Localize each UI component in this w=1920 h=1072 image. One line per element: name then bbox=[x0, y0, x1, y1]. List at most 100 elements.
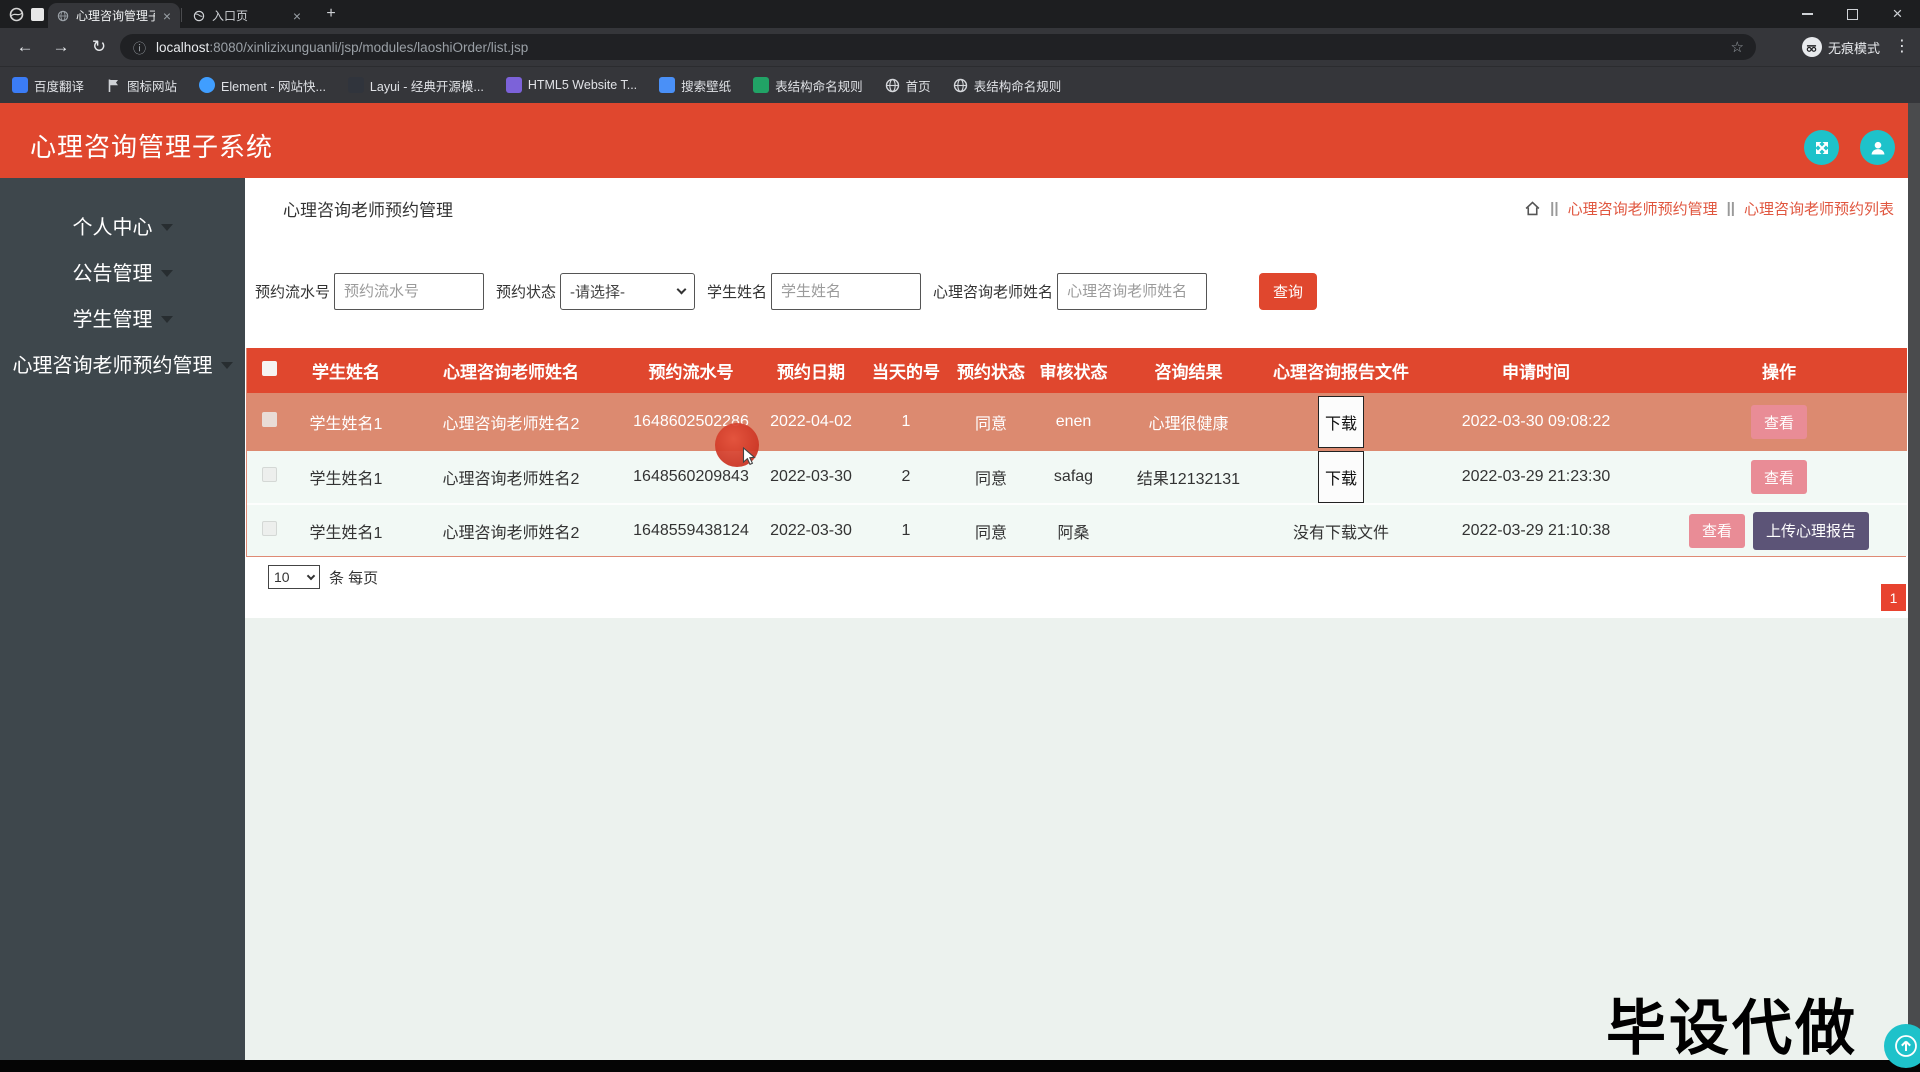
bookmark-item[interactable]: 表结构命名规则 bbox=[753, 76, 863, 95]
cell-teacher: 心理咨询老师姓名2 bbox=[442, 416, 580, 433]
browser-logo-icon bbox=[9, 7, 24, 27]
page-scrollbar[interactable] bbox=[1908, 103, 1920, 1060]
screen: 心理咨询管理子系统 入口页 localhost :8080/xinlizixun… bbox=[0, 0, 1920, 1072]
cell-date: 2022-03-30 bbox=[770, 468, 852, 485]
status-select-value: -请选择- bbox=[570, 283, 626, 301]
site-info-icon[interactable] bbox=[133, 38, 146, 57]
reload-icon[interactable] bbox=[88, 36, 110, 58]
bookmark-item[interactable]: Layui - 经典开源模... bbox=[347, 76, 484, 95]
table-row[interactable]: 学生姓名1 心理咨询老师姓名2 1648602502286 2022-04-02… bbox=[247, 393, 1907, 451]
table-rules-icon bbox=[753, 77, 770, 93]
tab-close-icon[interactable] bbox=[293, 9, 301, 23]
mouse-cursor-icon bbox=[742, 447, 756, 466]
fullscreen-button[interactable] bbox=[1804, 130, 1839, 165]
cell-file-status: 没有下载文件 bbox=[1292, 524, 1389, 542]
back-to-top-button[interactable] bbox=[1884, 1024, 1920, 1068]
cell-audit: enen bbox=[1055, 413, 1092, 430]
sidebar-item-announcements[interactable]: 公告管理 bbox=[0, 248, 245, 294]
student-name-input[interactable] bbox=[771, 272, 922, 310]
page-size-value: 10 bbox=[274, 569, 290, 585]
row-checkbox[interactable] bbox=[261, 520, 277, 536]
incognito-icon bbox=[1801, 37, 1822, 57]
new-tab-button[interactable] bbox=[322, 5, 340, 23]
back-icon[interactable] bbox=[14, 36, 36, 58]
row-checkbox[interactable] bbox=[261, 467, 277, 482]
bookmark-item[interactable]: 首页 bbox=[885, 76, 931, 95]
col-header-audit: 审核状态 bbox=[1031, 348, 1116, 393]
element-icon bbox=[199, 77, 216, 93]
bookmark-item[interactable]: 搜索壁纸 bbox=[659, 76, 731, 95]
bookmark-item[interactable]: 百度翻译 bbox=[12, 76, 84, 95]
bookmark-star-icon[interactable] bbox=[1731, 38, 1744, 56]
tab-title: 心理咨询管理子系统 bbox=[76, 9, 155, 23]
bookmark-item[interactable]: Element - 网站快... bbox=[199, 76, 326, 95]
view-button[interactable]: 查看 bbox=[1751, 460, 1807, 494]
search-button[interactable]: 查询 bbox=[1259, 272, 1318, 310]
user-button[interactable] bbox=[1860, 130, 1895, 165]
window-minimize-button[interactable] bbox=[1785, 0, 1830, 28]
teacher-name-input[interactable] bbox=[1057, 272, 1208, 310]
page-size-select[interactable]: 10 bbox=[268, 565, 320, 589]
bookmark-item[interactable]: 表结构命名规则 bbox=[953, 76, 1061, 95]
breadcrumb-link[interactable]: 心理咨询老师预约管理 bbox=[1568, 198, 1718, 219]
sidebar-item-label: 个人中心 bbox=[72, 216, 153, 239]
cell-result: 结果12132131 bbox=[1136, 471, 1241, 488]
teacher-filter-label: 心理咨询老师姓名 bbox=[933, 283, 1054, 301]
incognito-badge: 无痕模式 bbox=[1801, 33, 1880, 61]
address-bar[interactable]: localhost :8080/xinlizixunguanli/jsp/mod… bbox=[120, 34, 1756, 60]
browser-tab[interactable]: 入口页 bbox=[184, 3, 310, 28]
sidebar-item-students[interactable]: 学生管理 bbox=[0, 294, 245, 340]
chevron-down-icon bbox=[220, 361, 233, 369]
forward-icon[interactable] bbox=[50, 36, 72, 58]
window-maximize-button[interactable] bbox=[1830, 0, 1875, 28]
serial-input[interactable] bbox=[334, 272, 485, 310]
bookmark-label: 搜索壁纸 bbox=[681, 79, 732, 94]
cell-day-no: 2 bbox=[901, 468, 911, 485]
row-checkbox[interactable] bbox=[261, 412, 277, 427]
browser-tab-bar: 心理咨询管理子系统 入口页 bbox=[0, 0, 1920, 28]
table-row[interactable]: 学生姓名1 心理咨询老师姓名2 1648560209843 2022-03-30… bbox=[247, 451, 1907, 504]
cell-serial: 1648559438124 bbox=[633, 521, 749, 539]
window-controls bbox=[1785, 0, 1920, 28]
bookmark-item[interactable]: 图标网站 bbox=[106, 76, 177, 95]
table-row[interactable]: 学生姓名1 心理咨询老师姓名2 1648559438124 2022-03-30… bbox=[247, 504, 1907, 556]
view-button[interactable]: 查看 bbox=[1751, 405, 1807, 439]
baidu-translate-icon bbox=[12, 77, 28, 93]
arrow-up-icon bbox=[1895, 1035, 1917, 1057]
home-icon[interactable] bbox=[1524, 200, 1541, 217]
browser-tab-active[interactable]: 心理咨询管理子系统 bbox=[48, 3, 180, 28]
status-select[interactable]: -请选择- bbox=[560, 272, 696, 310]
col-header-day-no: 当天的号 bbox=[861, 348, 951, 393]
serial-filter-label: 预约流水号 bbox=[255, 283, 331, 301]
view-button[interactable]: 查看 bbox=[1688, 513, 1745, 548]
bookmark-item[interactable]: HTML5 Website T... bbox=[505, 77, 638, 93]
download-button[interactable]: 下载 bbox=[1318, 451, 1364, 503]
cell-apply-time: 2022-03-29 21:23:30 bbox=[1461, 468, 1611, 485]
table-header-row: 学生姓名 心理咨询老师姓名 预约流水号 预约日期 当天的号 预约状态 审核状态 … bbox=[247, 348, 1907, 393]
col-header-student: 学生姓名 bbox=[291, 348, 401, 393]
pinned-tab-icon[interactable] bbox=[31, 8, 44, 21]
tab-title: 入口页 bbox=[212, 9, 249, 23]
window-close-button[interactable] bbox=[1875, 0, 1920, 28]
cell-status: 同意 bbox=[974, 524, 1007, 542]
cell-teacher: 心理咨询老师姓名2 bbox=[442, 524, 580, 542]
sidebar-item-teacher-appointments[interactable]: 心理咨询老师预约管理 bbox=[0, 340, 245, 386]
breadcrumb-separator: || bbox=[1550, 200, 1559, 217]
cell-status: 同意 bbox=[974, 416, 1007, 433]
chevron-down-icon bbox=[676, 284, 687, 294]
bookmark-label: HTML5 Website T... bbox=[527, 78, 638, 92]
page-number-button[interactable]: 1 bbox=[1881, 584, 1906, 611]
cell-student: 学生姓名1 bbox=[309, 471, 383, 488]
sidebar-item-label: 心理咨询老师预约管理 bbox=[12, 354, 213, 377]
select-all-checkbox[interactable] bbox=[261, 360, 277, 376]
tab-close-icon[interactable] bbox=[163, 9, 171, 23]
cell-day-no: 1 bbox=[901, 413, 911, 430]
upload-report-button[interactable]: 上传心理报告 bbox=[1752, 511, 1869, 550]
bookmark-label: Layui - 经典开源模... bbox=[369, 79, 484, 94]
download-button[interactable]: 下载 bbox=[1318, 396, 1364, 448]
sidebar-item-personal-center[interactable]: 个人中心 bbox=[0, 202, 245, 248]
status-filter-label: 预约状态 bbox=[496, 283, 557, 301]
col-header-status: 预约状态 bbox=[951, 348, 1031, 393]
browser-menu-icon[interactable] bbox=[1894, 36, 1910, 56]
breadcrumb-link[interactable]: 心理咨询老师预约列表 bbox=[1744, 198, 1894, 219]
